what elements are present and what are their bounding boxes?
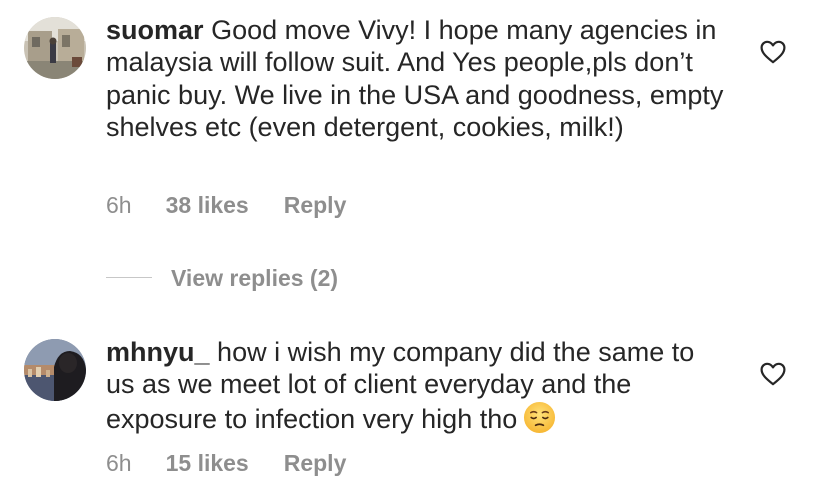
view-replies-label: View replies (2) [171,265,339,291]
comment-username[interactable]: suomar [106,15,204,45]
reply-button[interactable]: Reply [284,450,347,477]
heart-outline-icon [760,40,786,64]
divider-line [106,277,152,278]
avatar[interactable] [24,339,86,401]
avatar-image [24,339,86,401]
comment-item: suomar Good move Vivy! I hope many agenc… [0,0,828,240]
comment-text: suomar Good move Vivy! I hope many agenc… [106,14,726,143]
like-button[interactable] [760,362,786,386]
avatar[interactable] [24,17,86,79]
likes-count[interactable]: 38 likes [166,192,249,219]
comment-time: 6h [106,450,132,476]
comment-meta: 6h 15 likes Reply [106,450,346,477]
comment-time: 6h [106,192,132,218]
avatar-image [24,17,86,79]
like-button[interactable] [760,40,786,64]
likes-count[interactable]: 15 likes [166,450,249,477]
comment-username[interactable]: mhnyu_ [106,337,210,367]
heart-outline-icon [760,362,786,386]
reply-button[interactable]: Reply [284,192,347,219]
comment-meta: 6h 38 likes Reply [106,192,346,219]
pensive-face-emoji-icon [524,401,556,433]
comment-text: mhnyu_ how i wish my company did the sam… [106,336,726,435]
comment-item: mhnyu_ how i wish my company did the sam… [0,330,828,492]
